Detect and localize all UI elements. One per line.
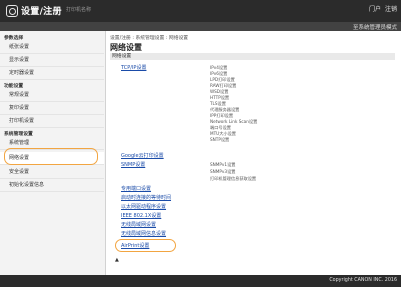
header-bar: 设置/注册 打印机名称 门户 注销 xyxy=(0,0,401,22)
footer-bar: Copyright CANON INC. 2016 xyxy=(0,275,401,287)
snmp-settings-link[interactable]: SNMP设置 xyxy=(121,161,145,168)
sidebar-heading-preferences: 参数选择 xyxy=(4,36,24,41)
sidebar-item-system-management[interactable]: 系统管理 xyxy=(0,137,104,150)
sidebar-item-common-settings[interactable]: 常规设置 xyxy=(0,89,104,102)
google-cloud-print-link[interactable]: Google云打印设置 xyxy=(121,152,164,159)
sidebar-heading-function-settings: 功能设置 xyxy=(4,84,24,89)
sidebar-item-paper-settings[interactable]: 纸张设置 xyxy=(0,41,104,54)
ieee8021x-link[interactable]: IEEE 802.1X设置 xyxy=(121,212,161,219)
subheader-bar: 至系统管理员模式 xyxy=(0,22,401,31)
sidebar-item-security-settings[interactable]: 安全设置 xyxy=(0,166,104,179)
ethernet-driver-link[interactable]: 以太网驱动程序设置 xyxy=(121,203,166,210)
remote-ui-page: 设置/注册 打印机名称 门户 注销 至系统管理员模式 参数选择 纸张设置 显示设… xyxy=(0,0,401,307)
sidebar: 参数选择 纸张设置 显示设置 定时器设置 功能设置 常规设置 复印设置 打印机设… xyxy=(0,31,106,275)
sidebar-item-network-settings[interactable]: 网络设置 xyxy=(0,152,104,165)
dedicated-port-link[interactable]: 专用端口设置 xyxy=(121,185,151,192)
logout-link[interactable]: 注销 xyxy=(385,4,397,13)
sidebar-item-copy-settings[interactable]: 复印设置 xyxy=(0,102,104,115)
bottom-strip xyxy=(0,287,401,307)
snmp-subitem: 打印机管理信息获取设置 xyxy=(210,176,257,181)
wireless-lan-info-link[interactable]: 无线局域网信息设置 xyxy=(121,230,166,237)
snmp-subitem: SNMPv1设置 xyxy=(210,162,236,167)
to-system-manager-mode-link[interactable]: 至系统管理员模式 xyxy=(353,23,397,31)
tcpip-subitem: SNTP设置 xyxy=(210,137,230,142)
section-header-label: 网络设置 xyxy=(112,54,132,59)
settings-app-icon xyxy=(6,5,18,17)
copyright-text: Copyright CANON INC. 2016 xyxy=(329,278,397,283)
breadcrumb: 设置/注册 : 系统管理设置 : 网络设置 xyxy=(110,36,189,41)
back-to-top-icon[interactable]: ▲ xyxy=(115,257,119,263)
sidebar-item-init-settings[interactable]: 初始化设置信息 xyxy=(0,179,104,192)
snmp-subitem: SNMPv3设置 xyxy=(210,169,236,174)
page-title: 网络设置 xyxy=(110,43,142,52)
sidebar-item-display-settings[interactable]: 显示设置 xyxy=(0,54,104,67)
sidebar-item-timer-settings[interactable]: 定时器设置 xyxy=(0,67,104,80)
app-title: 设置/注册 xyxy=(21,7,62,17)
printer-name-info: 打印机名称 xyxy=(66,7,92,13)
main-content: 设置/注册 : 系统管理设置 : 网络设置 网络设置 网络设置 TCP/IP设置… xyxy=(106,31,401,275)
section-header: 网络设置 xyxy=(110,53,395,60)
sidebar-item-printer-settings[interactable]: 打印机设置 xyxy=(0,115,104,128)
startup-wait-time-link[interactable]: 启动时连接的等待时间 xyxy=(121,194,171,201)
wireless-lan-link[interactable]: 无线局域网设置 xyxy=(121,221,156,228)
sidebar-heading-management-settings: 系统管理设置 xyxy=(4,132,33,137)
portal-link[interactable]: 门户 xyxy=(369,4,381,13)
tcpip-settings-link[interactable]: TCP/IP设置 xyxy=(121,64,146,71)
airprint-settings-link[interactable]: AirPrint设置 xyxy=(121,242,149,249)
